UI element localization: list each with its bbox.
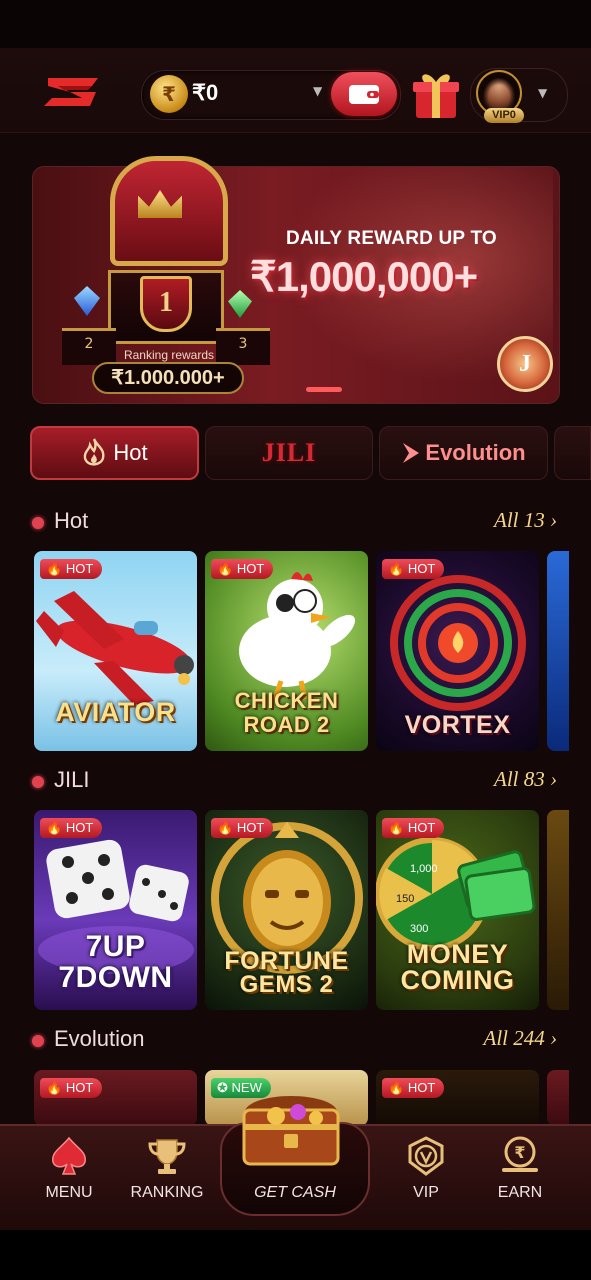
game-card-vortex[interactable]: 🔥 HOT VORTEX <box>376 551 539 751</box>
hot-badge: 🔥 HOT <box>382 818 445 838</box>
hot-badge: 🔥 HOT <box>211 559 274 579</box>
status-bar <box>0 0 591 48</box>
balance-chevron-down-icon[interactable]: ▼ <box>313 84 322 98</box>
game-card-money-coming[interactable]: 1,000 150 300 🔥 HOT MONEY COMING <box>376 810 539 1010</box>
section-dot-icon <box>32 1035 44 1047</box>
wallet-button[interactable] <box>331 72 397 116</box>
vip-shield-icon <box>408 1136 444 1176</box>
hot-badge: 🔥 HOT <box>40 818 103 838</box>
game-card-evolution-1[interactable]: 🔥 HOT <box>34 1070 197 1126</box>
game-card-aviator[interactable]: 🔥 HOT AVIATOR <box>34 551 197 751</box>
tab-jili[interactable]: JILI <box>205 426 373 480</box>
tab-hot[interactable]: Hot <box>30 426 199 480</box>
game-card-fortune-gems-2[interactable]: 🔥 HOT FORTUNE GEMS 2 <box>205 810 368 1010</box>
hot-badge: 🔥 HOT <box>40 1078 103 1098</box>
brand-logo[interactable] <box>44 76 102 108</box>
profile-chevron-down-icon[interactable]: ▼ <box>538 86 547 100</box>
rupee-coin-earn-icon: ₹ <box>502 1136 538 1172</box>
carousel-indicator <box>306 387 346 392</box>
nav-menu[interactable]: MENU <box>24 1136 114 1216</box>
nav-menu-label: MENU <box>45 1184 93 1201</box>
game-title-line2: 7DOWN <box>58 961 173 994</box>
game-title: CHICKEN ROAD 2 <box>234 688 339 737</box>
tab-evolution-label: Evolution <box>425 440 526 465</box>
first-place-shield: 1 <box>140 276 192 332</box>
trophy-icon <box>148 1139 186 1174</box>
svg-text:₹: ₹ <box>514 1143 525 1162</box>
svg-text:150: 150 <box>396 893 414 905</box>
section-dot-icon <box>32 776 44 788</box>
svg-text:300: 300 <box>410 923 428 935</box>
get-cash-label: GET CASH <box>254 1184 336 1201</box>
hot-badge: 🔥 HOT <box>382 1078 445 1098</box>
game-title-line2: GEMS 2 <box>239 971 334 998</box>
hot-badge: 🔥 HOT <box>211 818 274 838</box>
hot-badge: 🔥 HOT <box>382 559 445 579</box>
section-dot-icon <box>32 517 44 529</box>
game-title-line1: 7UP <box>85 930 146 963</box>
evolution-logo-icon <box>403 443 420 463</box>
game-title-line1: MONEY <box>406 939 509 969</box>
section-header-evolution: Evolution All 244 › <box>32 1026 557 1056</box>
game-title-line2: COMING <box>400 965 515 995</box>
game-card-partial[interactable] <box>547 810 569 1010</box>
game-title: VORTEX <box>404 711 511 739</box>
section-title-jili: JILI <box>54 767 90 792</box>
section-header-hot: Hot All 13 › <box>32 508 557 538</box>
nav-ranking-label: RANKING <box>130 1184 204 1201</box>
system-nav-bar <box>0 1230 591 1280</box>
game-card-partial[interactable] <box>547 551 569 751</box>
flame-icon <box>84 438 105 466</box>
nav-earn[interactable]: ₹ EARN <box>475 1136 565 1216</box>
see-all-hot-link[interactable]: All 13 › <box>494 508 557 533</box>
gift-box-icon[interactable] <box>410 68 462 120</box>
casino-chip-icon: J <box>497 336 553 392</box>
wallet-icon <box>349 85 379 104</box>
vip-level-badge: VIP0 <box>484 108 524 123</box>
app-root: ₹ ₹0 ▼ VIP0 ▼ 1 2 3 Ranking rewards ₹1.0… <box>0 0 591 1280</box>
banner-headline: DAILY REWARD UP TO <box>286 228 497 249</box>
svg-text:1,000: 1,000 <box>410 863 438 875</box>
tab-evolution[interactable]: Evolution <box>379 426 548 480</box>
section-title-hot: Hot <box>54 508 89 533</box>
see-all-evolution-link[interactable]: All 244 › <box>484 1026 558 1051</box>
section-header-jili: JILI All 83 › <box>32 767 557 797</box>
tab-jili-label: JILI <box>261 438 317 467</box>
game-title: AVIATOR <box>55 697 176 727</box>
nav-earn-label: EARN <box>497 1184 543 1201</box>
nav-vip[interactable]: VIP <box>381 1136 471 1216</box>
tab-hot-label: Hot <box>113 440 148 465</box>
nav-vip-label: VIP <box>413 1184 439 1201</box>
rupee-coin-icon: ₹ <box>150 75 188 113</box>
treasure-chest-icon <box>242 1096 340 1166</box>
ranking-rewards-amount: ₹1.000.000+ <box>92 362 244 394</box>
game-card-7up-7down[interactable]: 🔥 HOT 7UP 7DOWN <box>34 810 197 1010</box>
banner-reward-amount: ₹1,000,000+ <box>250 253 478 300</box>
carousel-dot-active <box>306 387 342 392</box>
game-card-chicken-road-2[interactable]: 🔥 HOT CHICKEN ROAD 2 <box>205 551 368 751</box>
spade-icon <box>52 1136 86 1175</box>
see-all-jili-link[interactable]: All 83 › <box>494 767 557 792</box>
ranking-rewards-label: Ranking rewards <box>123 348 215 362</box>
game-card-evolution-3[interactable]: 🔥 HOT <box>376 1070 539 1126</box>
wallet-balance: ₹0 <box>192 80 219 105</box>
section-title-evolution: Evolution <box>54 1026 145 1051</box>
hot-badge: 🔥 HOT <box>40 559 103 579</box>
game-card-partial[interactable] <box>547 1070 569 1126</box>
nav-ranking[interactable]: RANKING <box>122 1136 212 1216</box>
tab-more[interactable] <box>554 426 591 480</box>
